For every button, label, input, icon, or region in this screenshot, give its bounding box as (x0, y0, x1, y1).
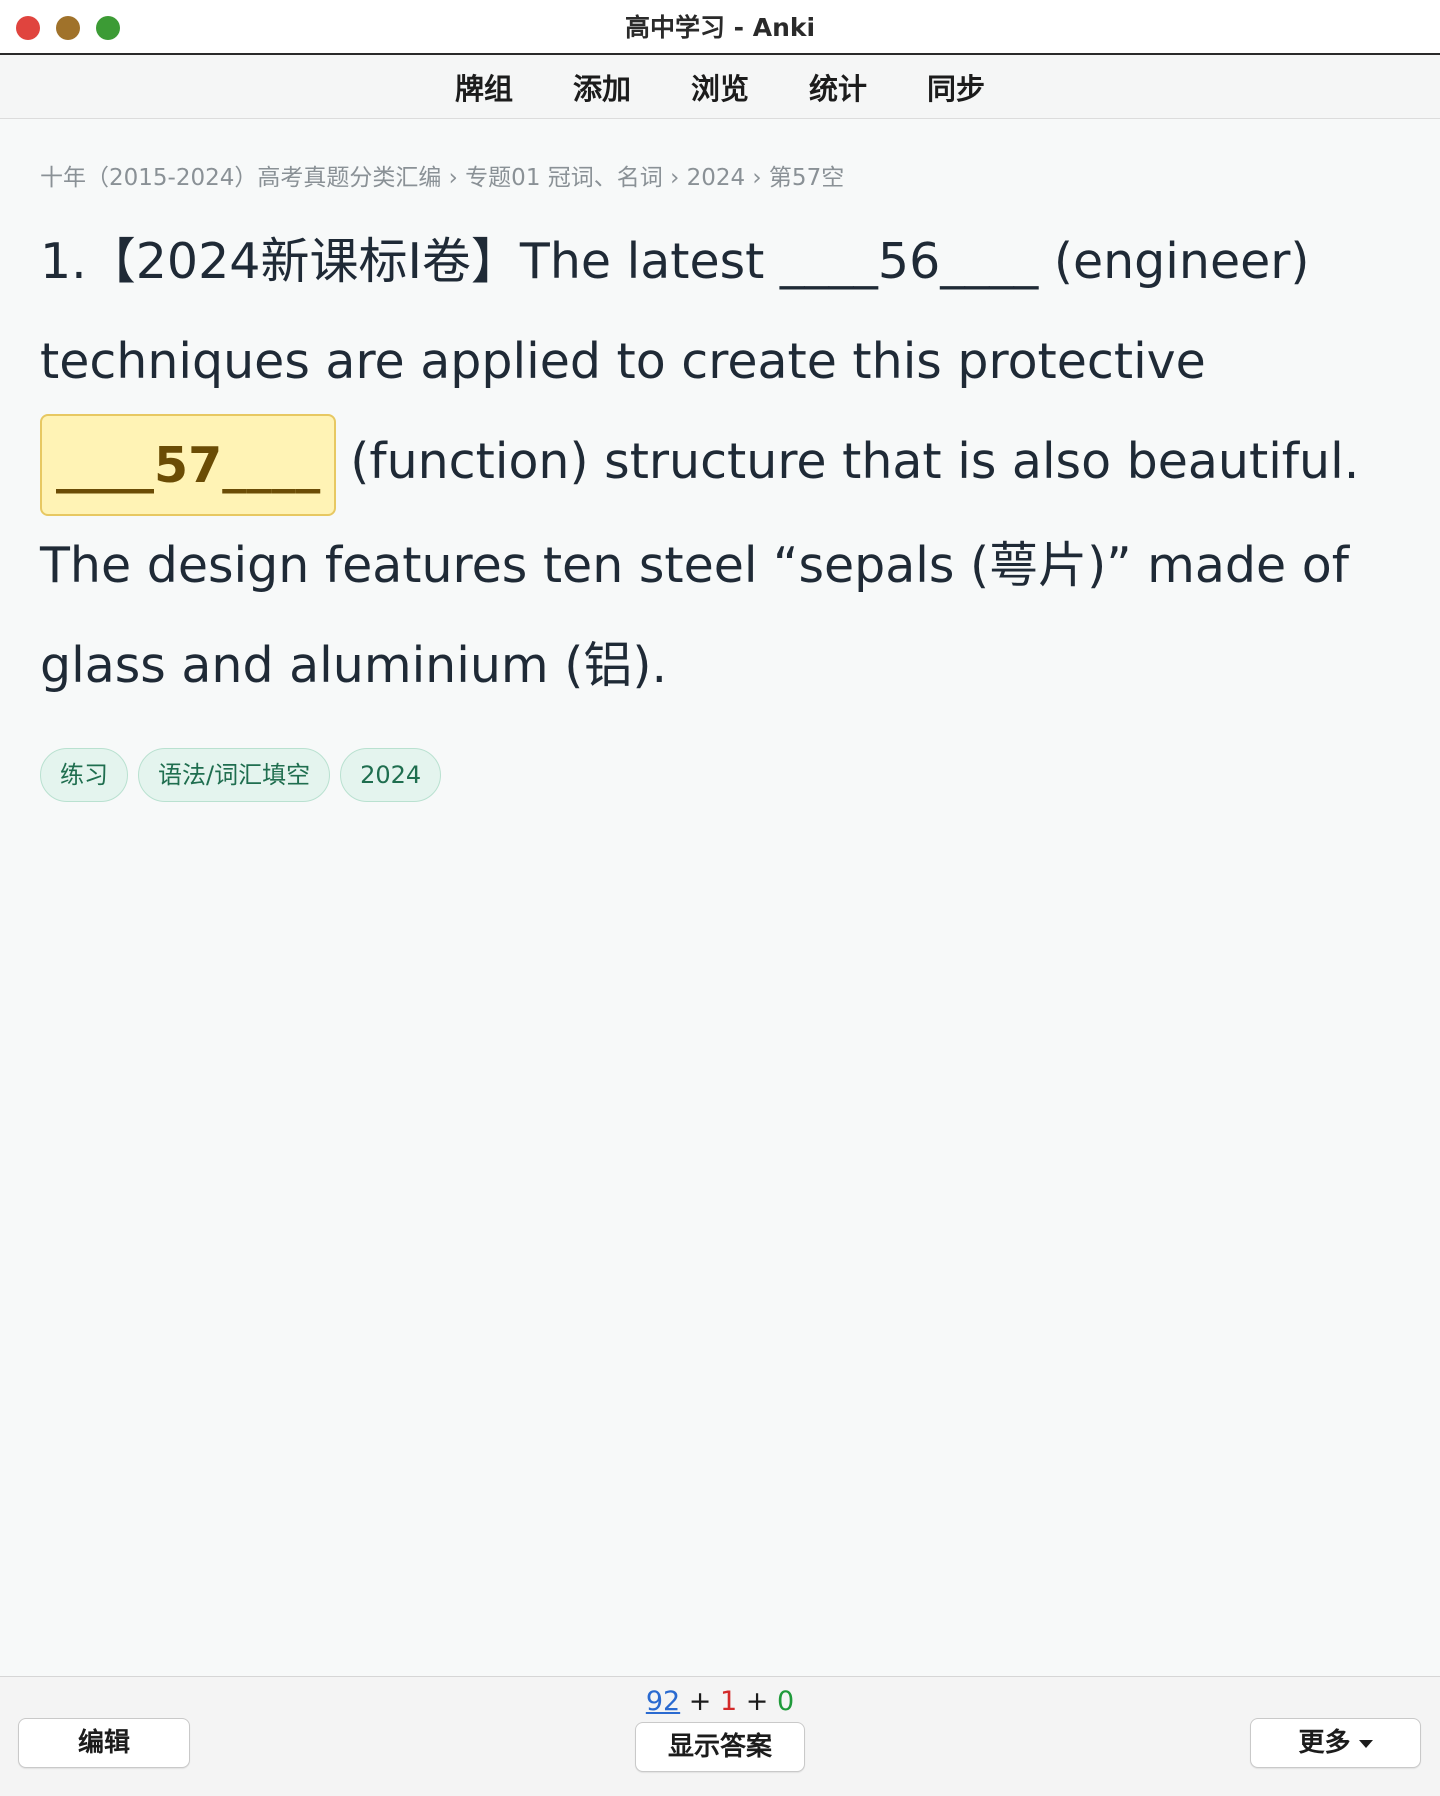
tag-pill[interactable]: 2024 (340, 747, 442, 802)
active-cloze-blank: ____57____ (40, 413, 337, 516)
tag-list: 练习 语法/词汇填空 2024 (40, 747, 1410, 802)
edit-button[interactable]: 编辑 (18, 1718, 190, 1768)
chevron-down-icon (1358, 1739, 1373, 1748)
new-count: 92 (645, 1686, 681, 1717)
top-navigation: 牌组 添加 浏览 统计 同步 (0, 55, 1440, 119)
anki-window: 高中学习 - Anki 牌组 添加 浏览 统计 同步 十年（2015-2024）… (0, 0, 1440, 1796)
count-separator: + (745, 1686, 769, 1717)
card-content: 十年（2015-2024）高考真题分类汇编 › 专题01 冠词、名词 › 202… (40, 158, 1410, 802)
due-counts: 92 + 1 + 0 (0, 1684, 1440, 1720)
nav-add[interactable]: 添加 (571, 66, 633, 108)
nav-sync[interactable]: 同步 (925, 66, 987, 108)
title-bar: 高中学习 - Anki (0, 0, 1440, 55)
review-count: 0 (776, 1686, 795, 1717)
nav-browse[interactable]: 浏览 (689, 66, 751, 108)
nav-decks[interactable]: 牌组 (453, 66, 515, 108)
show-answer-button[interactable]: 显示答案 (635, 1722, 805, 1772)
breadcrumb: 十年（2015-2024）高考真题分类汇编 › 专题01 冠词、名词 › 202… (40, 165, 845, 191)
more-button-label: 更多 (1298, 1728, 1351, 1758)
nav-stats[interactable]: 统计 (807, 66, 869, 108)
window-title: 高中学习 - Anki (624, 13, 816, 42)
count-separator: + (688, 1686, 712, 1717)
question-text-part1: 1.【2024新课标I卷】The latest ____56____ (engi… (40, 233, 1310, 390)
question-text: 1.【2024新课标I卷】The latest ____56____ (engi… (40, 212, 1410, 716)
learning-count: 1 (719, 1686, 738, 1717)
more-button[interactable]: 更多 (1250, 1718, 1421, 1768)
tag-pill[interactable]: 语法/词汇填空 (138, 747, 331, 802)
tag-pill[interactable]: 练习 (40, 747, 128, 802)
